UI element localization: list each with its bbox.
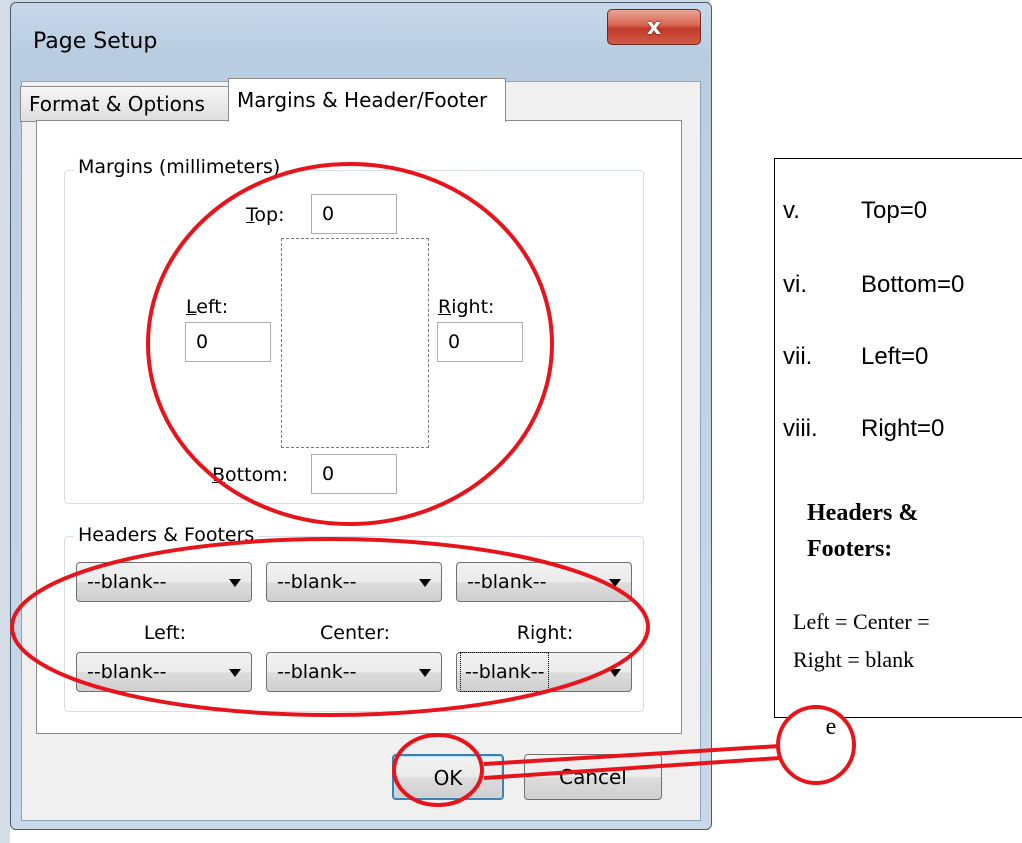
chevron-down-icon	[229, 579, 241, 587]
tab-margins-header-footer[interactable]: Margins & Header/Footer	[228, 78, 506, 122]
cancel-button[interactable]: Cancel	[524, 754, 662, 800]
chevron-down-icon	[419, 579, 431, 587]
close-icon: x	[646, 14, 662, 40]
left-margin-input[interactable]: 0	[185, 322, 271, 362]
right-position-label: Right:	[516, 622, 574, 644]
bottom-margin-input[interactable]: 0	[311, 454, 397, 494]
header-left-select[interactable]: --blank--	[76, 562, 252, 602]
step-marker-label: e	[825, 714, 837, 740]
headers-footers-legend: Headers & Footers	[74, 524, 259, 546]
top-margin-label: Top:	[246, 204, 285, 226]
close-button[interactable]: x	[607, 9, 701, 45]
chevron-down-icon	[609, 669, 621, 677]
chevron-down-icon	[609, 579, 621, 587]
dialog-title: Page Setup	[33, 29, 158, 54]
ok-button[interactable]: OK	[392, 754, 504, 800]
headers-footers-note-title: Headers & Footers:	[807, 500, 919, 562]
footer-center-select[interactable]: --blank--	[266, 652, 442, 692]
left-margin-label: Left:	[186, 296, 229, 318]
background-window-edge	[0, 0, 10, 843]
tab-format-options[interactable]: Format & Options	[20, 86, 230, 122]
page-preview	[281, 238, 429, 448]
annotation-notes-box: v. Top=0 vi. Bottom=0 vii. Left=0 viii. Righ…	[774, 158, 1022, 718]
headers-footers-note-body: Left = Center = Right = blank	[793, 609, 930, 672]
chevron-down-icon	[229, 669, 241, 677]
right-margin-input[interactable]: 0	[437, 322, 523, 362]
header-center-select[interactable]: --blank--	[266, 562, 442, 602]
footer-right-select[interactable]: --blank--	[456, 652, 632, 692]
footer-left-select[interactable]: --blank--	[76, 652, 252, 692]
margins-legend: Margins (millimeters)	[74, 156, 285, 178]
top-margin-input[interactable]: 0	[311, 194, 397, 234]
left-position-label: Left:	[143, 622, 187, 644]
center-position-label: Center:	[319, 622, 391, 644]
bottom-margin-label: Bottom:	[212, 464, 289, 486]
header-right-select[interactable]: --blank--	[456, 562, 632, 602]
right-margin-label: Right:	[438, 296, 495, 318]
chevron-down-icon	[419, 669, 431, 677]
